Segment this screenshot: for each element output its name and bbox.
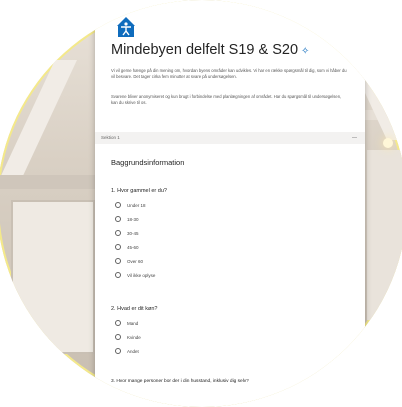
radio-option[interactable]: Andet xyxy=(115,347,139,355)
form-description: Svarene bliver anonymiseret og kun brugt… xyxy=(111,94,342,105)
radio-button[interactable] xyxy=(115,230,121,236)
ceiling-lamp xyxy=(383,138,393,148)
radio-option[interactable]: Mand xyxy=(115,319,138,327)
question-label: 1. Hvor gammel er du? xyxy=(111,188,167,194)
room-window xyxy=(11,200,95,354)
radio-option[interactable]: Vil ikke oplyse xyxy=(115,271,155,279)
ceiling-beam xyxy=(0,175,97,189)
question-label: 3. Hvor mange personer bor der i din hus… xyxy=(111,379,249,384)
radio-button[interactable] xyxy=(115,244,121,250)
immersive-reader-icon[interactable]: ✧ xyxy=(301,46,309,57)
section-label: Sektion 1 xyxy=(101,135,120,140)
section-title: Baggrundsinformation xyxy=(111,158,185,167)
radio-option[interactable]: Over 60 xyxy=(115,257,143,265)
radio-button[interactable] xyxy=(115,334,121,340)
form-description: Vi vil gerne hænge på din mening om, hvo… xyxy=(111,68,347,79)
room-window xyxy=(367,150,402,320)
radio-button[interactable] xyxy=(115,320,121,326)
radio-button[interactable] xyxy=(115,348,121,354)
accessibility-logo-icon xyxy=(117,17,135,37)
form-title: Mindebyen delfelt S19 & S20 ✧ xyxy=(111,42,310,58)
question-label: 2. Hvad er dit køn? xyxy=(111,306,158,312)
radio-option[interactable]: 18-30 xyxy=(115,215,139,223)
radio-option[interactable]: 30-45 xyxy=(115,229,139,237)
photo-frame: Mindebyen delfelt S19 & S20 ✧ Vi vil gern… xyxy=(0,0,402,407)
radio-button[interactable] xyxy=(115,202,121,208)
collapse-icon[interactable]: — xyxy=(352,132,357,144)
radio-button[interactable] xyxy=(115,258,121,264)
radio-option[interactable]: Under 18 xyxy=(115,201,146,209)
radio-option[interactable]: Kvinde xyxy=(115,333,141,341)
survey-form: Mindebyen delfelt S19 & S20 ✧ Vi vil gern… xyxy=(95,0,365,407)
radio-button[interactable] xyxy=(115,272,121,278)
section-header[interactable]: Sektion 1 — xyxy=(95,132,365,144)
radio-option[interactable]: 45-60 xyxy=(115,243,139,251)
ceiling-beam xyxy=(0,60,77,180)
radio-button[interactable] xyxy=(115,216,121,222)
